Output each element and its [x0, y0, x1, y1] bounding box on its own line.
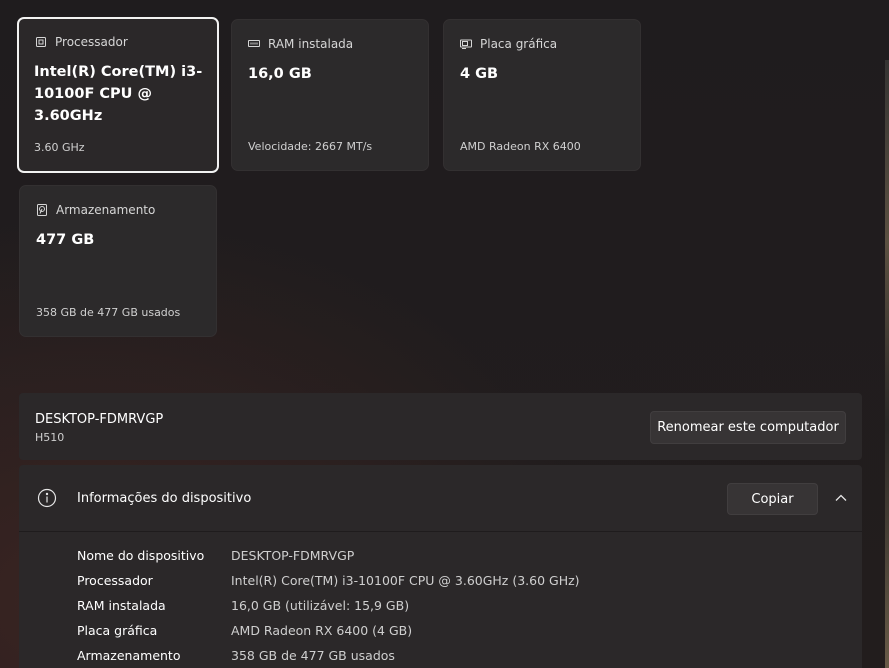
graphics-card-icon [460, 39, 472, 49]
storage-drive-icon [37, 204, 47, 216]
spec-label: Nome do dispositivo [77, 548, 205, 563]
rename-panel: DESKTOP-FDMRVGP H510 Renomear este compu… [19, 393, 862, 460]
device-model: H510 [35, 431, 65, 444]
device-name: DESKTOP-FDMRVGP [35, 412, 164, 427]
spec-value: 358 GB de 477 GB usados [231, 648, 395, 663]
chevron-up-icon[interactable] [834, 491, 848, 505]
info-icon [37, 488, 57, 508]
gpu-card-label: Placa gráfica [480, 37, 558, 51]
processor-card-sub: 3.60 GHz [34, 141, 85, 154]
storage-card-value: 477 GB [36, 232, 95, 248]
copy-button[interactable]: Copiar [727, 483, 818, 515]
storage-card[interactable]: Armazenamento 477 GB 358 GB de 477 GB us… [19, 185, 217, 337]
gpu-card[interactable]: Placa gráfica 4 GB AMD Radeon RX 6400 [443, 19, 641, 171]
spec-label: Processador [77, 573, 153, 588]
ram-card-sub: Velocidade: 2667 MT/s [248, 140, 373, 153]
ram-card-value: 16,0 GB [248, 66, 312, 82]
processor-card-value: Intel(R) Core(TM) i3-10100F CPU @ 3.60GH… [34, 64, 203, 124]
spec-label: Armazenamento [77, 648, 181, 663]
divider [19, 531, 862, 532]
gpu-card-sub: AMD Radeon RX 6400 [460, 140, 581, 153]
spec-value: 16,0 GB (utilizável: 15,9 GB) [231, 598, 410, 613]
storage-card-sub: 358 GB de 477 GB usados [36, 306, 181, 319]
device-specs-list: Nome do dispositivo DESKTOP-FDMRVGP Proc… [77, 543, 580, 668]
spec-row-device-name: Nome do dispositivo DESKTOP-FDMRVGP [77, 543, 580, 568]
rename-computer-button[interactable]: Renomear este computador [650, 411, 846, 444]
device-info-panel: Informações do dispositivo Copiar Nome d… [19, 465, 862, 668]
spec-row-ram: RAM instalada 16,0 GB (utilizável: 15,9 … [77, 593, 580, 618]
memory-icon [248, 40, 260, 47]
storage-card-label: Armazenamento [56, 203, 156, 217]
processor-card-label: Processador [55, 35, 128, 49]
spec-label: RAM instalada [77, 598, 166, 613]
cpu-icon [36, 37, 46, 47]
ram-card[interactable]: RAM instalada 16,0 GB Velocidade: 2667 M… [231, 19, 429, 171]
device-info-title: Informações do dispositivo [77, 491, 252, 506]
spec-value: Intel(R) Core(TM) i3-10100F CPU @ 3.60GH… [231, 573, 580, 588]
processor-card[interactable]: Processador Intel(R) Core(TM) i3-10100F … [17, 17, 219, 173]
gpu-card-value: 4 GB [460, 66, 499, 82]
spec-row-processor: Processador Intel(R) Core(TM) i3-10100F … [77, 568, 580, 593]
spec-label: Placa gráfica [77, 623, 158, 638]
ram-card-label: RAM instalada [268, 37, 354, 51]
spec-value: DESKTOP-FDMRVGP [231, 548, 355, 563]
spec-value: AMD Radeon RX 6400 (4 GB) [231, 623, 413, 638]
spec-row-gpu: Placa gráfica AMD Radeon RX 6400 (4 GB) [77, 618, 580, 643]
window-edge [885, 60, 889, 668]
spec-row-storage: Armazenamento 358 GB de 477 GB usados [77, 643, 580, 668]
